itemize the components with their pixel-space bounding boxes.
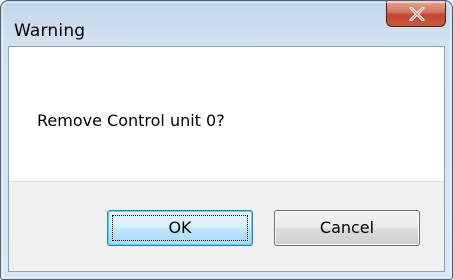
cancel-button-label: Cancel	[319, 218, 375, 237]
window-title: Warning	[14, 21, 86, 41]
focus-rectangle	[112, 215, 248, 241]
cancel-button[interactable]: Cancel	[274, 210, 420, 246]
close-icon	[409, 7, 425, 21]
ok-button[interactable]: OK	[107, 210, 253, 246]
close-button[interactable]	[386, 1, 446, 27]
dialog-client-area: Remove Control unit 0? OK Cancel	[8, 46, 445, 272]
dialog-window: Warning Remove Control unit 0? OK Cancel	[0, 0, 453, 280]
button-area: OK Cancel	[9, 181, 444, 271]
dialog-message: Remove Control unit 0?	[37, 111, 225, 130]
title-bar[interactable]: Warning	[1, 1, 452, 45]
